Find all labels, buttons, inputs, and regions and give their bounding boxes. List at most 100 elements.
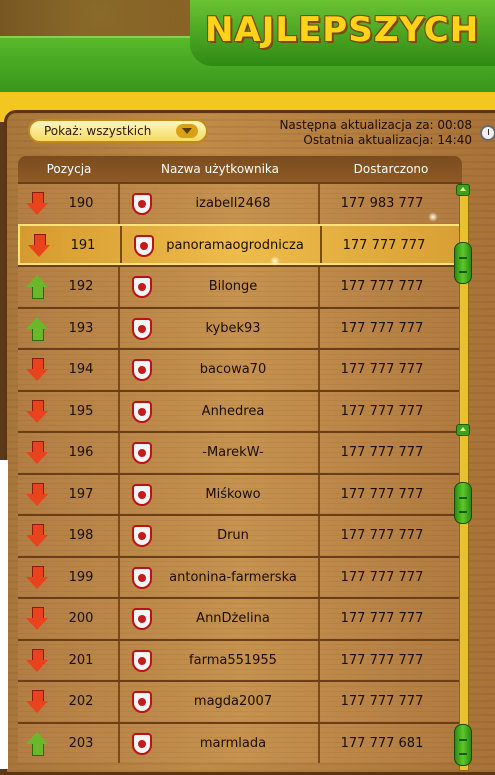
filter-label: Pokaż: wszystkich: [44, 124, 152, 138]
username-cell[interactable]: kybek93: [148, 321, 318, 336]
delivered-cell: 177 777 777: [340, 486, 424, 502]
last-update-text: Ostatnia aktualizacja: 14:40: [303, 133, 472, 147]
username-cell[interactable]: marmlada: [148, 736, 318, 751]
delivered-cell: 177 777 777: [342, 237, 426, 253]
scrollbar[interactable]: [454, 184, 472, 771]
position-cell: 201: [68, 652, 94, 668]
position-cell: 195: [68, 403, 94, 419]
table-header: Pozycja Nazwa użytkownika Dostarczono: [18, 156, 462, 182]
column-divider: [118, 640, 120, 680]
position-cell: 202: [68, 694, 94, 709]
column-divider: [318, 640, 320, 680]
arrow-down-icon: [26, 358, 48, 382]
table-row[interactable]: 194 bacowa70 177 777 777: [18, 348, 462, 390]
column-divider: [118, 599, 120, 639]
position-cell: 191: [70, 237, 96, 253]
scroll-thumb[interactable]: [454, 242, 472, 284]
column-divider: [318, 184, 320, 224]
filter-dropdown[interactable]: Pokaż: wszystkich: [28, 119, 208, 143]
column-divider: [318, 433, 320, 473]
column-divider: [318, 516, 320, 556]
delivered-cell: 177 777 681: [340, 735, 424, 751]
delivered-cell: 177 777 777: [340, 569, 424, 585]
username-cell[interactable]: magda2007: [148, 694, 318, 709]
delivered-cell: 177 777 777: [340, 611, 424, 626]
position-cell: 196: [68, 445, 94, 460]
table-row[interactable]: 193 kybek93 177 777 777: [18, 306, 462, 348]
arrow-down-icon: [26, 607, 48, 631]
arrow-down-icon: [26, 441, 48, 465]
username-cell[interactable]: panoramaogrodnicza: [150, 238, 320, 253]
column-divider: [318, 350, 320, 390]
arrow-up-icon: [26, 316, 48, 341]
dropdown-arrow-icon: [176, 124, 198, 138]
position-cell: 190: [68, 196, 94, 211]
delivered-cell: 177 777 777: [340, 694, 424, 709]
header-delivered[interactable]: Dostarczono: [320, 162, 462, 176]
arrow-down-icon: [26, 399, 48, 424]
table-row[interactable]: 198 Drun 177 777 777: [18, 514, 462, 556]
arrow-down-icon: [26, 690, 48, 714]
clock-icon: [480, 125, 495, 141]
username-cell[interactable]: antonina-farmerska: [148, 570, 318, 585]
scroll-up-icon[interactable]: [456, 424, 470, 436]
table-row[interactable]: 197 Miśkowo 177 777 777: [18, 472, 462, 514]
username-cell[interactable]: AnnDżelina: [148, 611, 318, 626]
table-row[interactable]: 203 marmlada 177 777 681: [18, 721, 462, 763]
delivered-cell: 177 777 777: [340, 279, 424, 294]
arrow-down-icon: [26, 524, 48, 548]
column-divider: [118, 682, 120, 722]
column-divider: [318, 557, 320, 597]
arrow-down-icon: [26, 192, 48, 216]
username-cell[interactable]: Drun: [148, 528, 318, 543]
arrow-down-icon: [26, 482, 48, 507]
column-divider: [318, 474, 320, 514]
column-divider: [318, 682, 320, 722]
username-cell[interactable]: Miśkowo: [148, 487, 318, 502]
column-divider: [318, 723, 320, 763]
arrow-down-icon: [26, 648, 48, 673]
position-cell: 203: [68, 735, 94, 751]
position-cell: 198: [68, 528, 94, 543]
delivered-cell: 177 777 777: [340, 528, 424, 543]
column-divider: [318, 267, 320, 307]
username-cell[interactable]: Bilonge: [148, 279, 318, 294]
table-row[interactable]: 201 farma551955 177 777 777: [18, 638, 462, 680]
column-divider: [318, 391, 320, 431]
column-divider: [120, 225, 122, 263]
username-cell[interactable]: izabell2468: [148, 196, 318, 211]
delivered-cell: 177 777 777: [340, 652, 424, 668]
sparkle-icon: [428, 212, 438, 222]
username-cell[interactable]: Anhedrea: [148, 404, 318, 419]
column-divider: [118, 308, 120, 348]
table-row[interactable]: 191 panoramaogrodnicza 177 777 777: [18, 223, 462, 265]
scroll-thumb[interactable]: [454, 724, 472, 766]
scroll-thumb[interactable]: [454, 482, 472, 524]
column-divider: [320, 225, 322, 263]
username-cell[interactable]: farma551955: [148, 653, 318, 668]
header-position[interactable]: Pozycja: [18, 162, 120, 176]
position-cell: 200: [68, 611, 94, 626]
table-row[interactable]: 192 Bilonge 177 777 777: [18, 265, 462, 307]
table-row[interactable]: 202 magda2007 177 777 777: [18, 680, 462, 722]
username-cell[interactable]: -MarekW-: [148, 445, 318, 460]
sparkle-icon: [270, 256, 280, 266]
table-row[interactable]: 190 izabell2468 177 983 777: [18, 182, 462, 224]
table-row[interactable]: 199 antonina-farmerska 177 777 777: [18, 555, 462, 597]
page-edge: [0, 460, 8, 769]
table-row[interactable]: 196 -MarekW- 177 777 777: [18, 431, 462, 473]
arrow-down-icon: [26, 565, 48, 590]
scroll-up-icon[interactable]: [456, 184, 470, 196]
table-body: 190 izabell2468 177 983 777 191 panoramaogro…: [18, 182, 462, 763]
column-divider: [318, 599, 320, 639]
header-username[interactable]: Nazwa użytkownika: [120, 162, 320, 176]
table-row[interactable]: 195 Anhedrea 177 777 777: [18, 389, 462, 431]
table-row[interactable]: 200 AnnDżelina 177 777 777: [18, 597, 462, 639]
column-divider: [118, 474, 120, 514]
delivered-cell: 177 983 777: [340, 196, 424, 211]
arrow-up-icon: [26, 731, 48, 756]
position-cell: 199: [68, 569, 94, 585]
username-cell[interactable]: bacowa70: [148, 362, 318, 377]
column-divider: [118, 433, 120, 473]
column-divider: [118, 391, 120, 431]
